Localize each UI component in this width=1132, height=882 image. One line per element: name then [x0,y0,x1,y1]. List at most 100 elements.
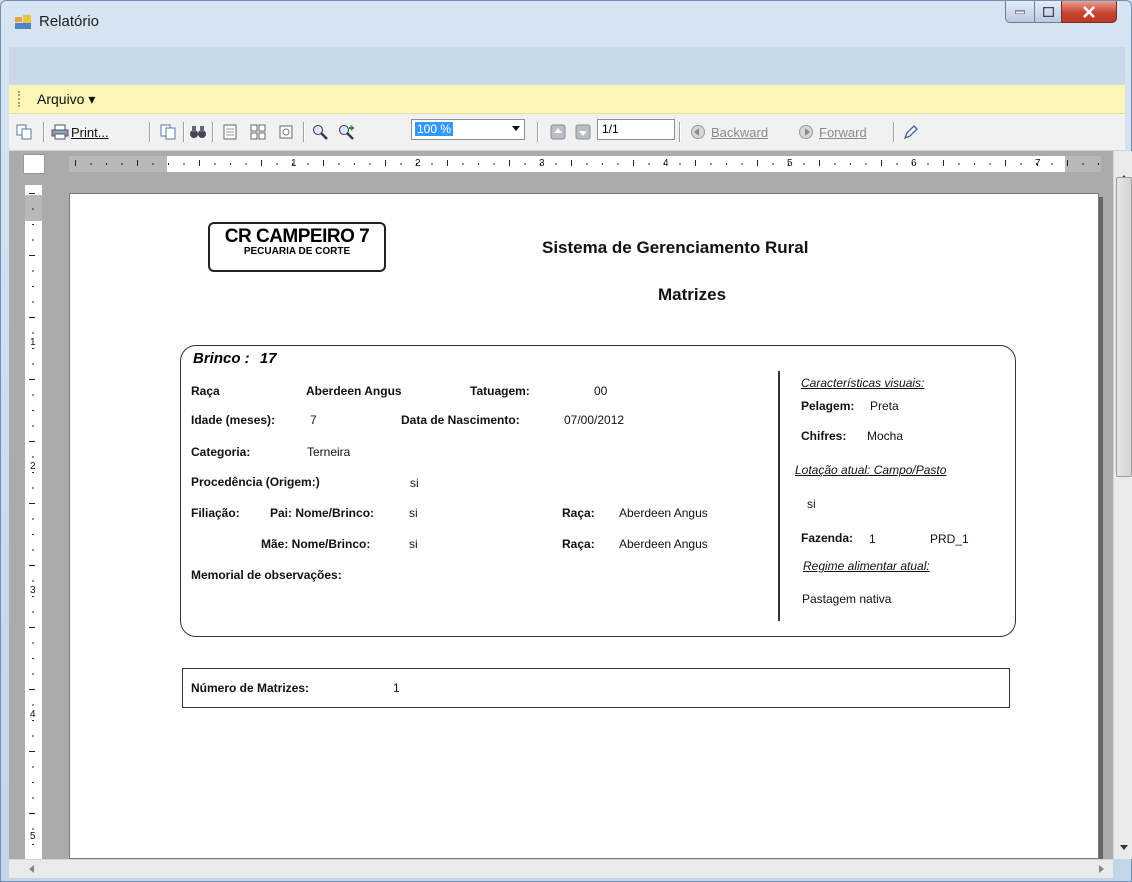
chifres-label: Chifres: [801,429,847,443]
forward-label: Forward [819,124,867,140]
zoom-out-button[interactable] [311,122,329,142]
mae-value: si [409,537,418,551]
horizontal-ruler: 1 2 3 4 5 6 7 [69,156,1101,172]
numero-value: 1 [393,681,400,695]
mae-raca-label: Raça: [562,537,595,551]
zoom-value: 100 % [415,122,454,136]
print-label: Print... [71,124,109,140]
brinco-label: Brinco : [193,350,250,367]
arrow-up-icon [550,124,566,140]
nascimento-label: Data de Nascimento: [401,413,520,427]
chevron-down-icon [512,126,520,131]
ruler-number: 2 [415,158,421,169]
ruler-corner [23,154,45,174]
page-setup-button[interactable] [277,122,295,142]
brinco-row: Brinco : 17 [193,350,277,367]
single-page-icon [223,124,237,140]
ruler-number: 1 [30,337,36,348]
categoria-value: Terneira [307,445,351,459]
pages-icon [160,124,176,140]
raca-label: Raça [191,384,220,398]
forward-icon [799,125,813,139]
ruler-number: 4 [30,709,36,720]
farm-logo: CR CAMPEIRO 7 PECUARIA DE CORTE [208,222,386,272]
menu-grip [18,91,22,107]
binoculars-icon [190,126,206,138]
pelagem-label: Pelagem: [801,399,855,413]
print-button[interactable]: Print... [51,122,109,142]
ruler-number: 5 [30,831,36,842]
zoom-in-icon [339,125,354,140]
raca-value: Aberdeen Angus [306,384,402,398]
regime-value: Pastagem nativa [802,592,892,606]
ruler-ticks [75,160,1099,166]
edit-button[interactable] [901,122,919,142]
scrollbar-thumb[interactable] [1116,177,1132,477]
scroll-down-icon[interactable] [1120,845,1128,850]
pencil-icon [903,125,918,140]
multi-page-button[interactable] [249,122,267,142]
next-page-button[interactable] [574,122,592,142]
pelagem-value: Preta [870,399,899,413]
copy-page-button[interactable] [159,122,177,142]
vertical-scrollbar[interactable] [1113,151,1132,859]
ruler-number: 5 [787,158,793,169]
horizontal-scrollbar[interactable] [9,859,1113,878]
menu-bar: Arquivo ▾ [9,85,1125,114]
lotacao-label: Lotação atual: Campo/Pasto [795,463,947,477]
regime-label: Regime alimentar atual: [803,559,930,573]
categoria-label: Categoria: [191,445,251,459]
filiacao-label: Filiação: [191,506,240,520]
zoom-out-icon [313,125,328,140]
report-subtitle: Matrizes [658,285,727,304]
copy-button[interactable] [15,122,33,142]
minimize-button[interactable] [1005,1,1035,23]
report-page: CR CAMPEIRO 7 PECUARIA DE CORTE Sistema … [69,193,1099,859]
previous-page-button[interactable] [549,122,567,142]
page-setup-icon [279,125,293,139]
close-icon [1083,5,1095,18]
nascimento-value: 07/00/2012 [564,413,625,427]
window-title: Relatório [39,13,100,30]
logo-name: CR CAMPEIRO 7 [224,226,370,247]
preview-toolbar: Print... Backward Forward [9,114,1125,151]
maximize-button[interactable] [1034,1,1062,23]
printer-icon [51,124,69,140]
report-title: Sistema de Gerenciamento Rural [542,238,809,257]
card-divider [778,371,780,621]
memorial-label: Memorial de observações: [191,568,342,582]
zoom-in-button[interactable] [337,122,355,142]
single-page-button[interactable] [221,122,239,142]
pai-value: si [409,506,418,520]
caracteristicas-label: Características visuais: [801,376,925,390]
idade-value: 7 [310,413,317,427]
forward-button[interactable]: Forward [797,122,867,142]
procedencia-value: si [410,476,419,490]
backward-label: Backward [711,124,769,140]
menu-arquivo[interactable]: Arquivo ▾ [37,91,95,108]
pai-label: Pai: Nome/Brinco: [270,506,375,520]
scroll-left-icon[interactable] [29,865,34,873]
app-icon [15,15,31,29]
fazenda-value: 1 [869,532,876,546]
arrow-down-icon [575,124,591,140]
zoom-select[interactable]: 100 % [411,119,525,140]
ruler-number: 3 [30,585,36,596]
idade-label: Idade (meses): [191,413,276,427]
find-button[interactable] [189,122,207,142]
brinco-value: 17 [259,350,277,367]
chifres-value: Mocha [867,429,904,443]
close-button[interactable] [1061,1,1117,23]
backward-icon [691,125,705,139]
backward-button[interactable]: Backward [689,122,768,142]
tatuagem-label: Tatuagem: [470,384,530,398]
scroll-right-icon[interactable] [1099,865,1104,873]
fazenda-label: Fazenda: [801,531,854,545]
pai-raca-value: Aberdeen Angus [619,506,708,520]
ruler-number: 6 [911,158,917,169]
page-number-input[interactable]: 1/1 [597,119,675,140]
ruler-number: 3 [539,158,545,169]
ruler-ticks [29,193,35,845]
fazenda-code: PRD_1 [930,532,969,546]
minimize-icon [1015,10,1025,14]
